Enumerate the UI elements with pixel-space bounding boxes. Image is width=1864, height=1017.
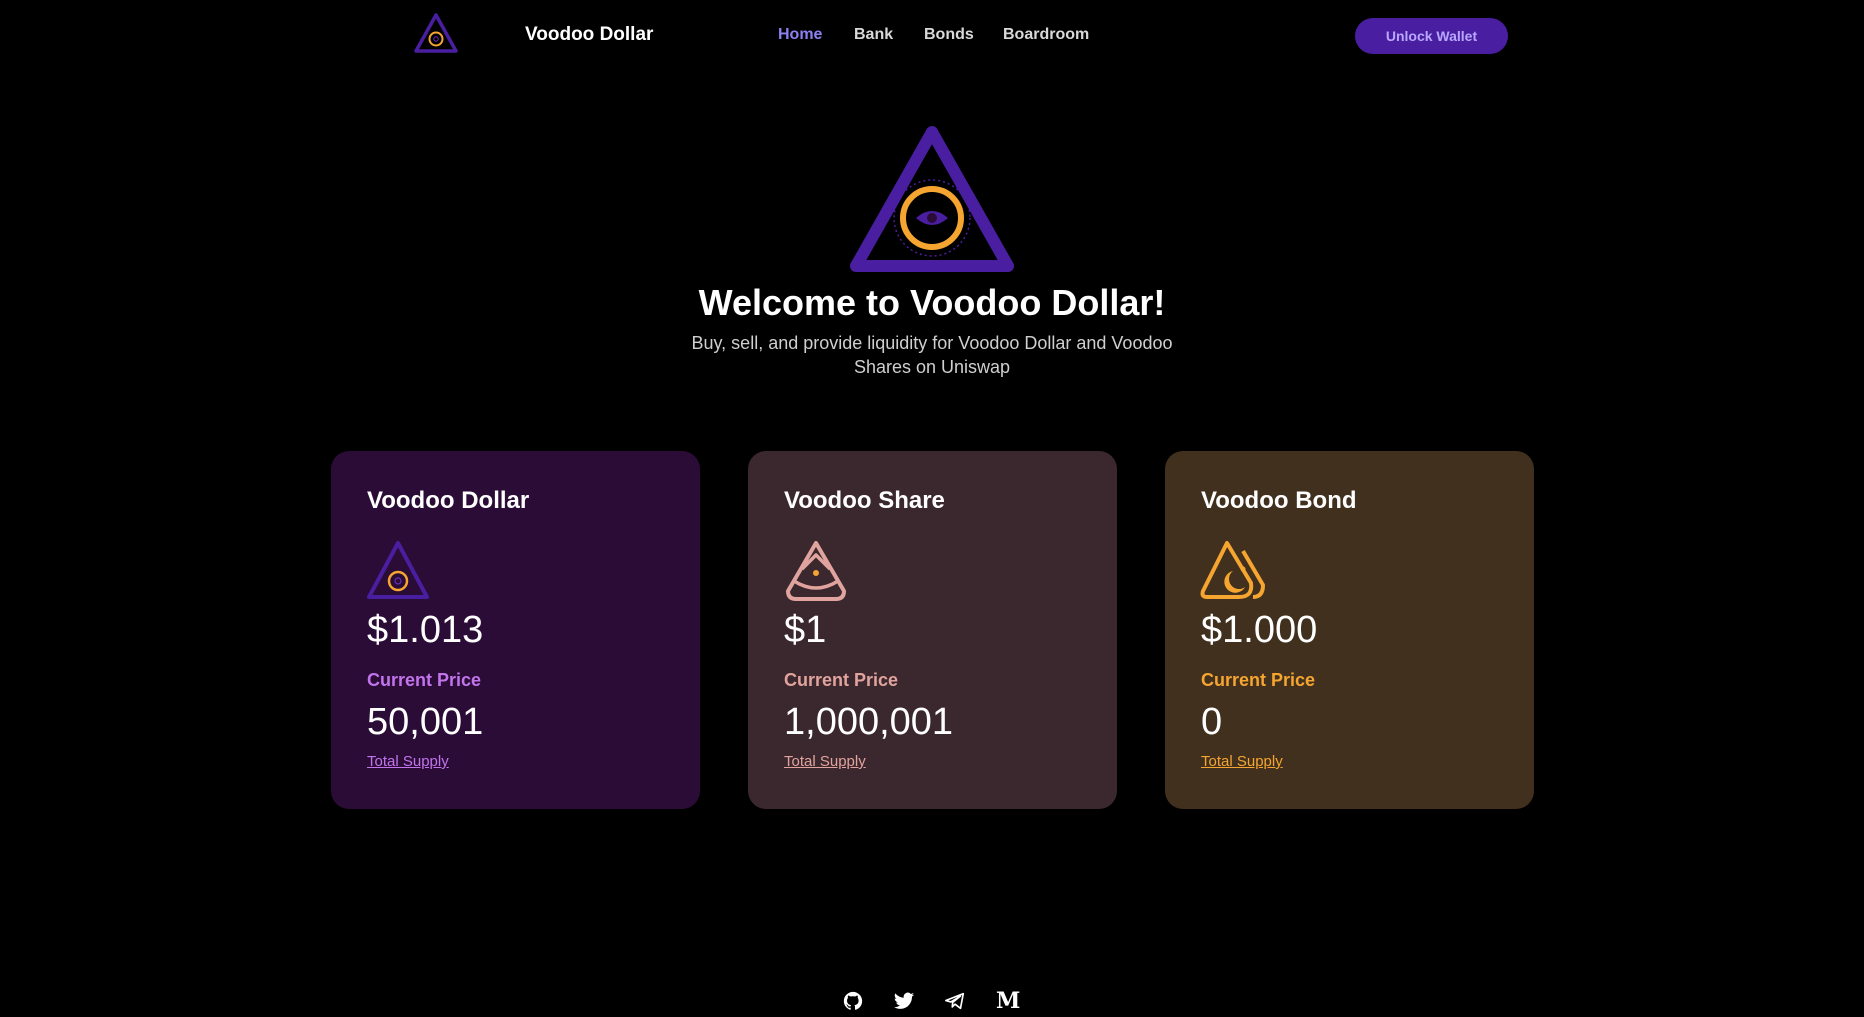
nav-boardroom[interactable]: Boardroom: [1003, 26, 1089, 44]
current-price-label: Current Price: [1201, 670, 1316, 690]
current-price-value: $1.000: [1201, 609, 1318, 651]
total-supply-value: 1,000,001: [784, 701, 954, 743]
card-title: Voodoo Share: [784, 487, 945, 514]
voodoo-bond-card: Voodoo Bond $1.000 Current Price 0 Total…: [1165, 451, 1534, 809]
nav-bank[interactable]: Bank: [854, 26, 893, 44]
page-subtitle: Buy, sell, and provide liquidity for Voo…: [691, 333, 1173, 377]
voodoo-share-card: Voodoo Share $1 Current Price 1,000,001 …: [748, 451, 1117, 809]
brand-name[interactable]: Voodoo Dollar: [525, 24, 653, 46]
page-title: Welcome to Voodoo Dollar!: [698, 282, 1166, 323]
total-supply-link[interactable]: Total Supply: [1201, 753, 1283, 770]
current-price-value: $1.013: [367, 609, 484, 651]
current-price-value: $1: [784, 609, 827, 651]
total-supply-value: 50,001: [367, 701, 484, 743]
nav-bonds[interactable]: Bonds: [924, 26, 974, 44]
unlock-wallet-button[interactable]: Unlock Wallet: [1355, 18, 1508, 54]
voodoo-bond-icon: [1200, 541, 1265, 599]
voodoo-logo-icon[interactable]: [412, 12, 460, 56]
twitter-icon[interactable]: [893, 990, 919, 1010]
voodoo-share-icon: [786, 541, 846, 601]
card-title: Voodoo Dollar: [367, 487, 530, 514]
total-supply-link[interactable]: Total Supply: [367, 753, 449, 770]
github-icon[interactable]: [842, 990, 868, 1010]
current-price-label: Current Price: [367, 670, 482, 690]
card-title: Voodoo Bond: [1201, 487, 1357, 514]
nav-home[interactable]: Home: [778, 26, 822, 44]
voodoo-dollar-card: Voodoo Dollar $1.013 Current Price 50,00…: [331, 451, 700, 809]
voodoo-eye-triangle-icon: [850, 126, 1014, 272]
current-price-label: Current Price: [784, 670, 899, 690]
total-supply-link[interactable]: Total Supply: [784, 753, 866, 770]
medium-icon[interactable]: M: [996, 990, 1022, 1012]
top-navigation-bar: Voodoo Dollar Home Bank Bonds Boardroom …: [0, 0, 1864, 72]
total-supply-value: 0: [1201, 701, 1223, 743]
voodoo-dollar-icon: [367, 541, 429, 599]
telegram-icon[interactable]: [944, 990, 970, 1010]
